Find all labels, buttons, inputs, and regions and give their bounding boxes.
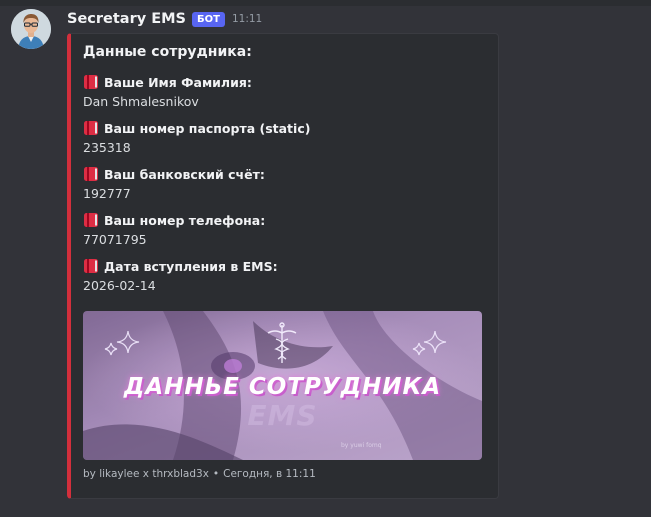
field-value-passport: 235318: [83, 140, 131, 155]
embed-title: Данные сотрудника:: [83, 44, 252, 60]
red-book-icon: [84, 75, 98, 89]
field-name-text: Дата вступления в EMS:: [104, 258, 278, 274]
banner-title: ДАННЬЕ СОТРУДНИКА: [123, 374, 442, 400]
field-value-bank-account: 192777: [83, 186, 131, 201]
field-name-bank-account: Ваш банковский счёт:: [83, 165, 265, 183]
red-book-icon: [84, 121, 98, 135]
footer-separator: •: [212, 468, 220, 480]
field-name-phone: Ваш номер телефона:: [83, 211, 265, 229]
field-value-full-name: Dan Shmalesnikov: [83, 94, 199, 109]
red-book-icon: [84, 259, 98, 273]
banner-subtitle: EMS: [247, 399, 318, 432]
field-name-passport: Ваш номер паспорта (static): [83, 119, 310, 137]
bot-tag: БОТ: [192, 11, 225, 27]
avatar-image: [11, 9, 51, 49]
chat-message: Secretary EMS БОТ 11:11 Данные сотрудник…: [0, 0, 651, 517]
embed-card: Данные сотрудника: Ваше Имя Фамилия: Dan…: [67, 33, 499, 499]
field-value-phone: 77071795: [83, 232, 147, 247]
message-header: Secretary EMS БОТ 11:11: [67, 9, 262, 29]
field-name-text: Ваш банковский счёт:: [104, 166, 265, 182]
author-name[interactable]: Secretary EMS: [67, 11, 186, 27]
field-name-text: Ваш номер телефона:: [104, 212, 266, 228]
field-name-full-name: Ваше Имя Фамилия:: [83, 73, 252, 91]
footer-text: by likaylee x thrxblad3x: [83, 468, 209, 480]
embed-image[interactable]: ДАННЬЕ СОТРУДНИКА EMS by yuwi fomq: [83, 311, 482, 460]
red-book-icon: [84, 213, 98, 227]
banner-credit: by yuwi fomq: [341, 442, 382, 449]
field-name-text: Ваше Имя Фамилия:: [104, 74, 252, 90]
red-book-icon: [84, 167, 98, 181]
field-name-text: Ваш номер паспорта (static): [104, 120, 311, 136]
footer-timestamp: Сегодня, в 11:11: [223, 468, 316, 480]
bot-tag-label: БОТ: [197, 13, 220, 25]
field-value-join-date: 2026-02-14: [83, 278, 156, 293]
avatar[interactable]: [11, 9, 51, 49]
message-timestamp[interactable]: 11:11: [232, 13, 262, 25]
field-name-join-date: Дата вступления в EMS:: [83, 257, 278, 275]
embed-footer: by likaylee x thrxblad3x • Сегодня, в 11…: [83, 468, 316, 480]
